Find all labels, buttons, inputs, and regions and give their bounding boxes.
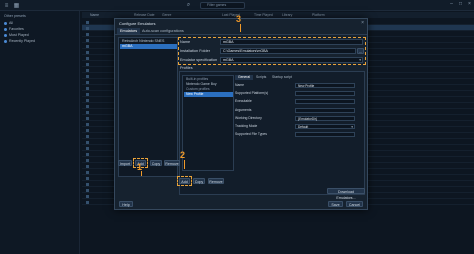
download-emulators-button[interactable]: Download Emulators... [327,188,365,200]
game-cover-icon [86,32,89,36]
tracking-mode-dropdown[interactable]: Default ▾ [295,124,355,129]
game-cover-icon [86,152,89,156]
game-cover-icon [86,182,89,186]
game-cover-icon [86,92,89,96]
sidebar-item-label: Most Played [9,33,29,37]
supported-file-types-field[interactable] [295,132,355,137]
sidebar-item-recently-played[interactable]: Recently Played [4,39,78,44]
game-cover-icon [86,188,89,192]
filter-dot-icon [4,39,7,43]
supported-file-types-label: Supported File Types [235,132,267,136]
game-cover-icon [86,104,89,108]
game-cover-icon [86,158,89,162]
tracking-mode-label: Tracking Mode [235,124,258,128]
cancel-button[interactable]: Cancel [346,201,363,207]
arguments-label: Arguments [235,108,252,112]
help-button[interactable]: Help [119,201,133,207]
menu-icon[interactable]: ≡ [3,2,10,9]
import-button[interactable]: Import [118,160,132,166]
emulator-list: RetroArch Nintendo SNES mGBA [118,37,178,177]
custom-profiles-header: Custom profiles [186,87,210,91]
game-cover-icon [86,74,89,78]
highlight-region-3 [178,37,366,65]
game-cover-icon [86,56,89,60]
builtin-profiles-header: Built-in profiles [186,77,209,81]
search-icon[interactable]: ⌕ [185,2,192,9]
supported-platforms-label: Supported Platform(s) [235,91,269,95]
tab-scripts[interactable]: Scripts [253,75,269,80]
dialog-title: Configure Emulators [119,21,156,26]
supported-platforms-field[interactable] [295,91,355,96]
filter-dot-icon [4,27,7,31]
profile-name-field[interactable]: New Profile [295,83,355,88]
game-cover-icon [86,68,89,72]
annotation-arrow-3 [240,24,241,32]
executable-field[interactable] [295,99,355,104]
game-cover-icon [86,134,89,138]
game-cover-icon [86,122,89,126]
remove-profile-button[interactable]: Remove [208,178,224,184]
sidebar [0,11,80,254]
game-cover-icon [86,116,89,120]
sidebar-item-most-played[interactable]: Most Played [4,33,78,38]
game-cover-icon [86,110,89,114]
sidebar-item-label: Recently Played [9,39,35,43]
remove-emulator-button[interactable]: Remove [164,160,180,166]
filter-dot-icon [4,33,7,37]
game-cover-icon [86,80,89,84]
annotation-number-2: 2 [180,150,186,160]
column-name[interactable]: Name [90,12,99,18]
tab-startup-script[interactable]: Startup script [269,75,295,80]
filter-input[interactable]: Filter games [200,2,245,9]
sidebar-item-all[interactable]: All [4,21,78,26]
working-directory-field[interactable]: {EmulatorDir} [295,116,355,121]
copy-profile-button[interactable]: Copy [193,178,205,184]
game-cover-icon [86,62,89,66]
annotation-arrow-2 [184,160,185,169]
close-window-icon[interactable]: × [466,1,473,8]
profile-name-label: Name [235,83,245,87]
highlight-region-2 [177,176,192,186]
game-cover-icon [86,20,89,24]
configure-emulators-dialog: Configure Emulators × Emulators Auto-sca… [114,18,368,210]
game-cover-icon [86,146,89,150]
game-cover-icon [86,44,89,48]
game-cover-icon [86,86,89,90]
game-cover-icon [86,38,89,42]
save-button[interactable]: Save [328,201,343,207]
tracking-mode-value: Default [298,125,309,129]
game-cover-icon [86,164,89,168]
library-icon[interactable]: ▦ [13,2,20,9]
annotation-number-3: 3 [236,14,242,24]
list-item[interactable]: Nintendo Game Boy [184,82,233,87]
game-cover-icon [86,194,89,198]
game-cover-icon [86,170,89,174]
list-item[interactable]: mGBA [120,44,177,49]
game-cover-icon [86,128,89,132]
annotation-arrow-1 [141,171,142,176]
profile-list: Built-in profiles Nintendo Game Boy Cust… [182,75,234,171]
sidebar-item-label: All [9,21,13,25]
maximize-icon[interactable]: □ [457,1,464,8]
working-directory-label: Working Directory [235,116,262,120]
game-cover-icon [86,98,89,102]
executable-label: Executable [235,99,252,103]
filter-dot-icon [4,21,7,25]
game-cover-icon [86,200,89,204]
sidebar-item-label: Favorites [9,27,24,31]
game-cover-icon [86,26,89,30]
arguments-field[interactable] [295,108,355,113]
sidebar-item-favorites[interactable]: Favorites [4,27,78,32]
tab-divider [115,34,367,35]
minimize-icon[interactable]: – [448,1,455,8]
sidebar-header: Other presets [4,14,26,18]
list-item[interactable]: New Profile [184,92,233,97]
game-cover-icon [86,50,89,54]
copy-emulator-button[interactable]: Copy [150,160,162,166]
game-cover-icon [86,140,89,144]
tab-general[interactable]: General [235,75,254,80]
chevron-down-icon: ▾ [351,125,353,129]
close-icon[interactable]: × [361,20,364,26]
game-cover-icon [86,176,89,180]
